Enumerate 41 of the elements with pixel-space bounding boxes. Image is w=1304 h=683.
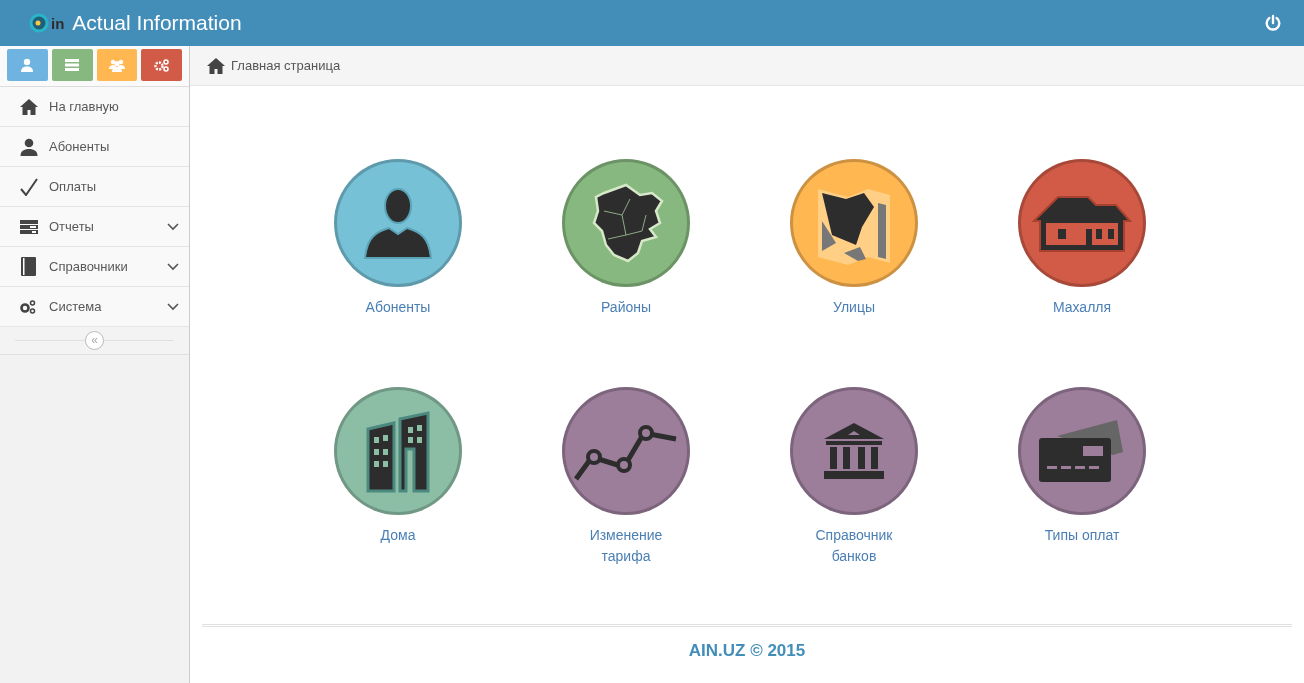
bank-icon <box>822 421 886 481</box>
gears-icon <box>20 299 36 314</box>
tile-link[interactable]: Районы <box>512 159 740 383</box>
tile-link[interactable]: Дома <box>284 387 512 611</box>
chevron-down-icon <box>167 302 179 311</box>
menu-item[interactable]: Отчеты <box>0 207 189 247</box>
ring-logo-icon <box>28 12 50 34</box>
person-icon <box>363 186 433 260</box>
tile-link[interactable]: Махалля <box>968 159 1196 383</box>
menu-item[interactable]: Система <box>0 287 189 327</box>
menu-item[interactable]: Абоненты <box>0 127 189 167</box>
home-icon <box>20 98 38 115</box>
chevron-down-icon <box>167 262 179 271</box>
book-icon <box>20 257 36 276</box>
collapse-button[interactable]: « <box>85 331 104 350</box>
gears-icon <box>154 58 170 72</box>
logo[interactable]: in <box>28 12 65 34</box>
list-icon <box>65 59 80 71</box>
shortcut-button[interactable] <box>7 49 48 81</box>
menu-item[interactable]: Оплаты <box>0 167 189 207</box>
shortcut-button[interactable] <box>51 49 93 81</box>
person-icon <box>20 58 35 72</box>
tile-link[interactable]: Абоненты <box>284 159 512 383</box>
tile-link[interactable]: Изменение тарифа <box>512 387 740 611</box>
home-icon <box>207 57 225 74</box>
shortcut-button[interactable] <box>141 49 182 81</box>
power-button[interactable] <box>1264 14 1282 32</box>
tile-link[interactable]: Справочник банков <box>740 387 968 611</box>
list-icon <box>20 219 38 234</box>
menu-item[interactable]: Справочники <box>0 247 189 287</box>
chevron-down-icon <box>167 222 179 231</box>
menu-item[interactable]: На главную <box>0 87 189 127</box>
app-title: Actual Information <box>72 11 242 35</box>
footer-text: AIN.UZ © 2015 <box>688 641 806 660</box>
person-icon <box>20 137 38 156</box>
check-icon <box>20 177 38 196</box>
shortcut-button[interactable] <box>96 49 138 81</box>
tile-link[interactable]: Улицы <box>740 159 968 383</box>
users-icon <box>108 58 125 72</box>
tile-link[interactable]: Типы оплат <box>968 387 1196 611</box>
breadcrumb-link[interactable]: Главная страница <box>231 58 341 73</box>
